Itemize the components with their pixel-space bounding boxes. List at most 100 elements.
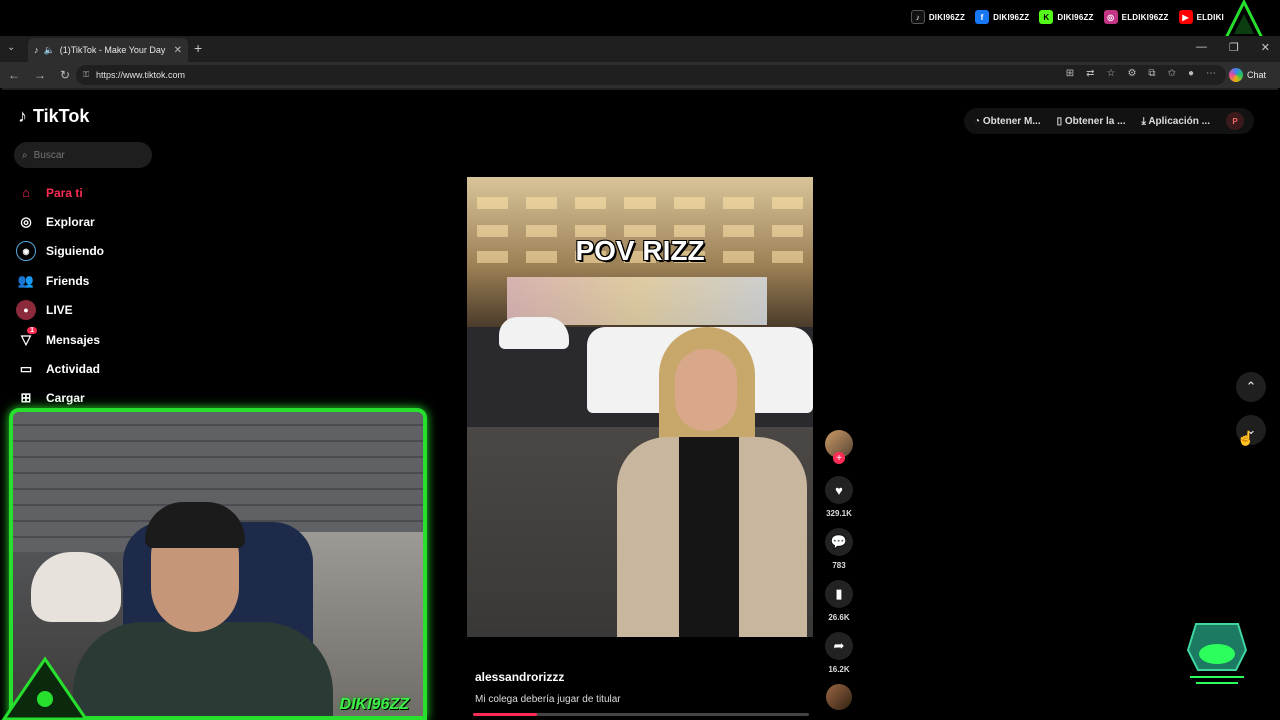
search-box[interactable]: ⌕ [14,142,152,168]
share-button[interactable]: ➦ [825,632,853,660]
music-disc-icon[interactable] [826,684,852,710]
compass-icon: ◎ [20,214,32,230]
back-icon[interactable]: ← [8,68,20,82]
copilot-chat-button[interactable]: Chat [1223,66,1272,84]
window-controls: — ❐ ✕ [1196,41,1270,54]
share-count: 16.2K [828,665,850,674]
video-progress-bar[interactable] [473,713,809,716]
site-info-icon[interactable]: ⚿ [83,70,89,80]
chat-label: Chat [1246,70,1266,80]
video-player[interactable]: POV RIZZ [467,177,813,637]
extensions-icon[interactable]: ⚙ [1127,68,1136,79]
social-kick: K DIKI96ZZ [1039,10,1093,24]
get-coins-label: Obtener M... [982,115,1041,127]
translate-icon[interactable]: ⇄ [1086,68,1094,79]
restore-icon[interactable]: ❐ [1229,41,1239,54]
bookmark-icon: ▮ [835,586,843,601]
live-icon: ● [16,300,36,321]
minimize-icon[interactable]: — [1196,41,1207,54]
tiktok-note-icon: ♪ [18,106,27,126]
screen: ♪ DIKI96ZZ f DIKI96ZZ K DIKI96ZZ ◎ ELDIK… [0,0,1280,720]
sidebar-item-mensajes[interactable]: ▽ 1 Mensajes [16,325,104,354]
mouse-cursor-icon: ☝ [1237,430,1255,446]
close-window-icon[interactable]: ✕ [1261,41,1270,54]
sidebar-menu: ⌂ Para ti ◎ Explorar ◉ Siguiendo 👥 Frien… [16,178,104,413]
logo-text: TikTok [33,106,90,126]
video-overlay-text: POV RIZZ [575,235,705,266]
social-instagram: ◎ ELDIKI96ZZ [1103,10,1169,24]
friends-icon: 👥 [17,272,35,288]
stream-logo-icon [1223,0,1265,40]
messages-badge: 1 [27,326,37,334]
facebook-icon: f [975,10,990,24]
sidebar-item-explorar[interactable]: ◎ Explorar [16,207,104,236]
stream-emblem-icon [1,656,89,720]
save-count: 26.6K [828,613,850,622]
apps-icon[interactable]: ⊞ [1066,68,1074,79]
video-username[interactable]: alessandrorizzz [475,670,564,684]
tab-actions-icon[interactable]: ⌄ [7,42,15,53]
sidebar-item-friends[interactable]: 👥 Friends [16,266,104,295]
browser-tool-icons: ⊞ ⇄ ☆ ⚙ ⧉ ✩ ● ⋯ [1066,68,1216,79]
sidebar-item-label: Cargar [46,391,85,406]
reload-icon[interactable]: ↻ [60,68,70,82]
home-icon: ⌂ [22,185,30,201]
split-screen-icon[interactable]: ⧉ [1148,68,1155,79]
tiktok-logo[interactable]: ♪ TikTok [18,106,89,127]
favorite-star-icon[interactable]: ☆ [1106,68,1115,79]
cat [31,552,121,622]
video-actions: + ♥ 329.1K 💬 783 ▮ 26.6K ➦ 16.2K [824,430,854,710]
comment-icon: 💬 [830,534,848,549]
desktop-app-button[interactable]: ⤓ Aplicación ... [1141,116,1210,127]
url-text: https://www.tiktok.com [96,70,186,80]
creator-avatar[interactable]: + [825,430,853,464]
sidebar-item-label: Siguiendo [46,244,104,259]
video-caption: Mi colega debería jugar de titular [475,694,621,705]
get-app-label: Obtener la ... [1064,115,1126,127]
address-bar[interactable]: ⚿ https://www.tiktok.com [76,65,1226,85]
sidebar-item-actividad[interactable]: ▭ Actividad [16,354,104,383]
get-app-button[interactable]: ▯ Obtener la ... [1057,116,1126,127]
browser-toolbar: ← → ↻ ⚿ https://www.tiktok.com ⊞ ⇄ ☆ ⚙ ⧉… [0,62,1280,88]
save-button[interactable]: ▮ [825,580,853,608]
more-icon[interactable]: ⋯ [1206,68,1216,79]
social-tiktok: ♪ DIKI96ZZ [910,10,965,24]
youtube-icon: ▶ [1178,10,1193,24]
get-coins-button[interactable]: ◔ Obtener M... [974,116,1041,127]
video-progress-fill [473,713,537,716]
profile-icon[interactable]: ● [1188,68,1194,79]
nav-buttons: ← → ↻ [0,68,76,82]
comment-button[interactable]: 💬 [825,528,853,556]
like-count: 329.1K [826,509,852,518]
video-scene-person [617,327,807,637]
like-button[interactable]: ♥ [825,476,853,504]
sidebar-item-live[interactable]: ● LIVE [16,296,104,325]
new-tab-icon[interactable]: + [194,40,202,56]
desktop-app-label: Aplicación ... [1148,115,1210,127]
browser-tab[interactable]: ♪ 🔈 (1)TikTok - Make Your Day ✕ [28,38,188,62]
activity-icon: ▭ [19,361,33,377]
favorites-icon[interactable]: ✩ [1168,68,1176,79]
tab-title: (1)TikTok - Make Your Day [59,45,166,55]
social-label: DIKI96ZZ [993,12,1030,22]
previous-video-button[interactable]: ⌃ [1236,372,1266,402]
search-input[interactable] [33,149,134,161]
kick-icon: K [1039,10,1054,24]
chevron-up-icon: ⌃ [1245,379,1257,394]
comment-count: 783 [832,561,846,570]
social-label: DIKI96ZZ [1057,12,1094,22]
follow-plus-icon[interactable]: + [833,452,845,464]
sidebar-item-siguiendo[interactable]: ◉ Siguiendo [16,237,104,266]
top-actions: ◔ Obtener M... ▯ Obtener la ... ⤓ Aplica… [964,108,1254,134]
sidebar-item-label: Explorar [46,215,95,230]
forward-icon[interactable]: → [34,68,46,82]
speaker-icon[interactable]: 🔈 [44,45,55,56]
close-tab-icon[interactable]: ✕ [174,45,182,56]
social-facebook: f DIKI96ZZ [975,10,1029,24]
sidebar-item-label: Friends [46,273,90,288]
upload-icon: ⊞ [20,390,32,406]
sidebar-item-label: Actividad [46,362,101,377]
profile-avatar[interactable]: P [1226,112,1244,130]
sidebar-item-label: Mensajes [46,332,101,347]
sidebar-item-para-ti[interactable]: ⌂ Para ti [16,178,104,207]
